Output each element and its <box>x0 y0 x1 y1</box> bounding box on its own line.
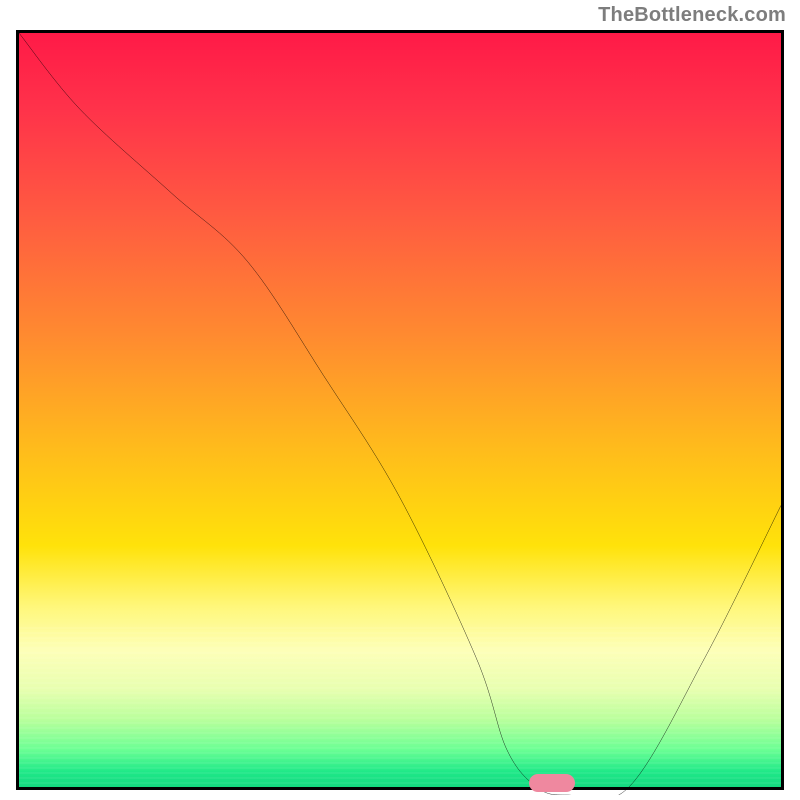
watermark-text: TheBottleneck.com <box>598 4 786 27</box>
bottleneck-curve-path <box>19 33 781 795</box>
chart-frame <box>16 30 784 790</box>
chart-curve-svg <box>19 33 781 795</box>
optimal-marker <box>529 774 575 792</box>
